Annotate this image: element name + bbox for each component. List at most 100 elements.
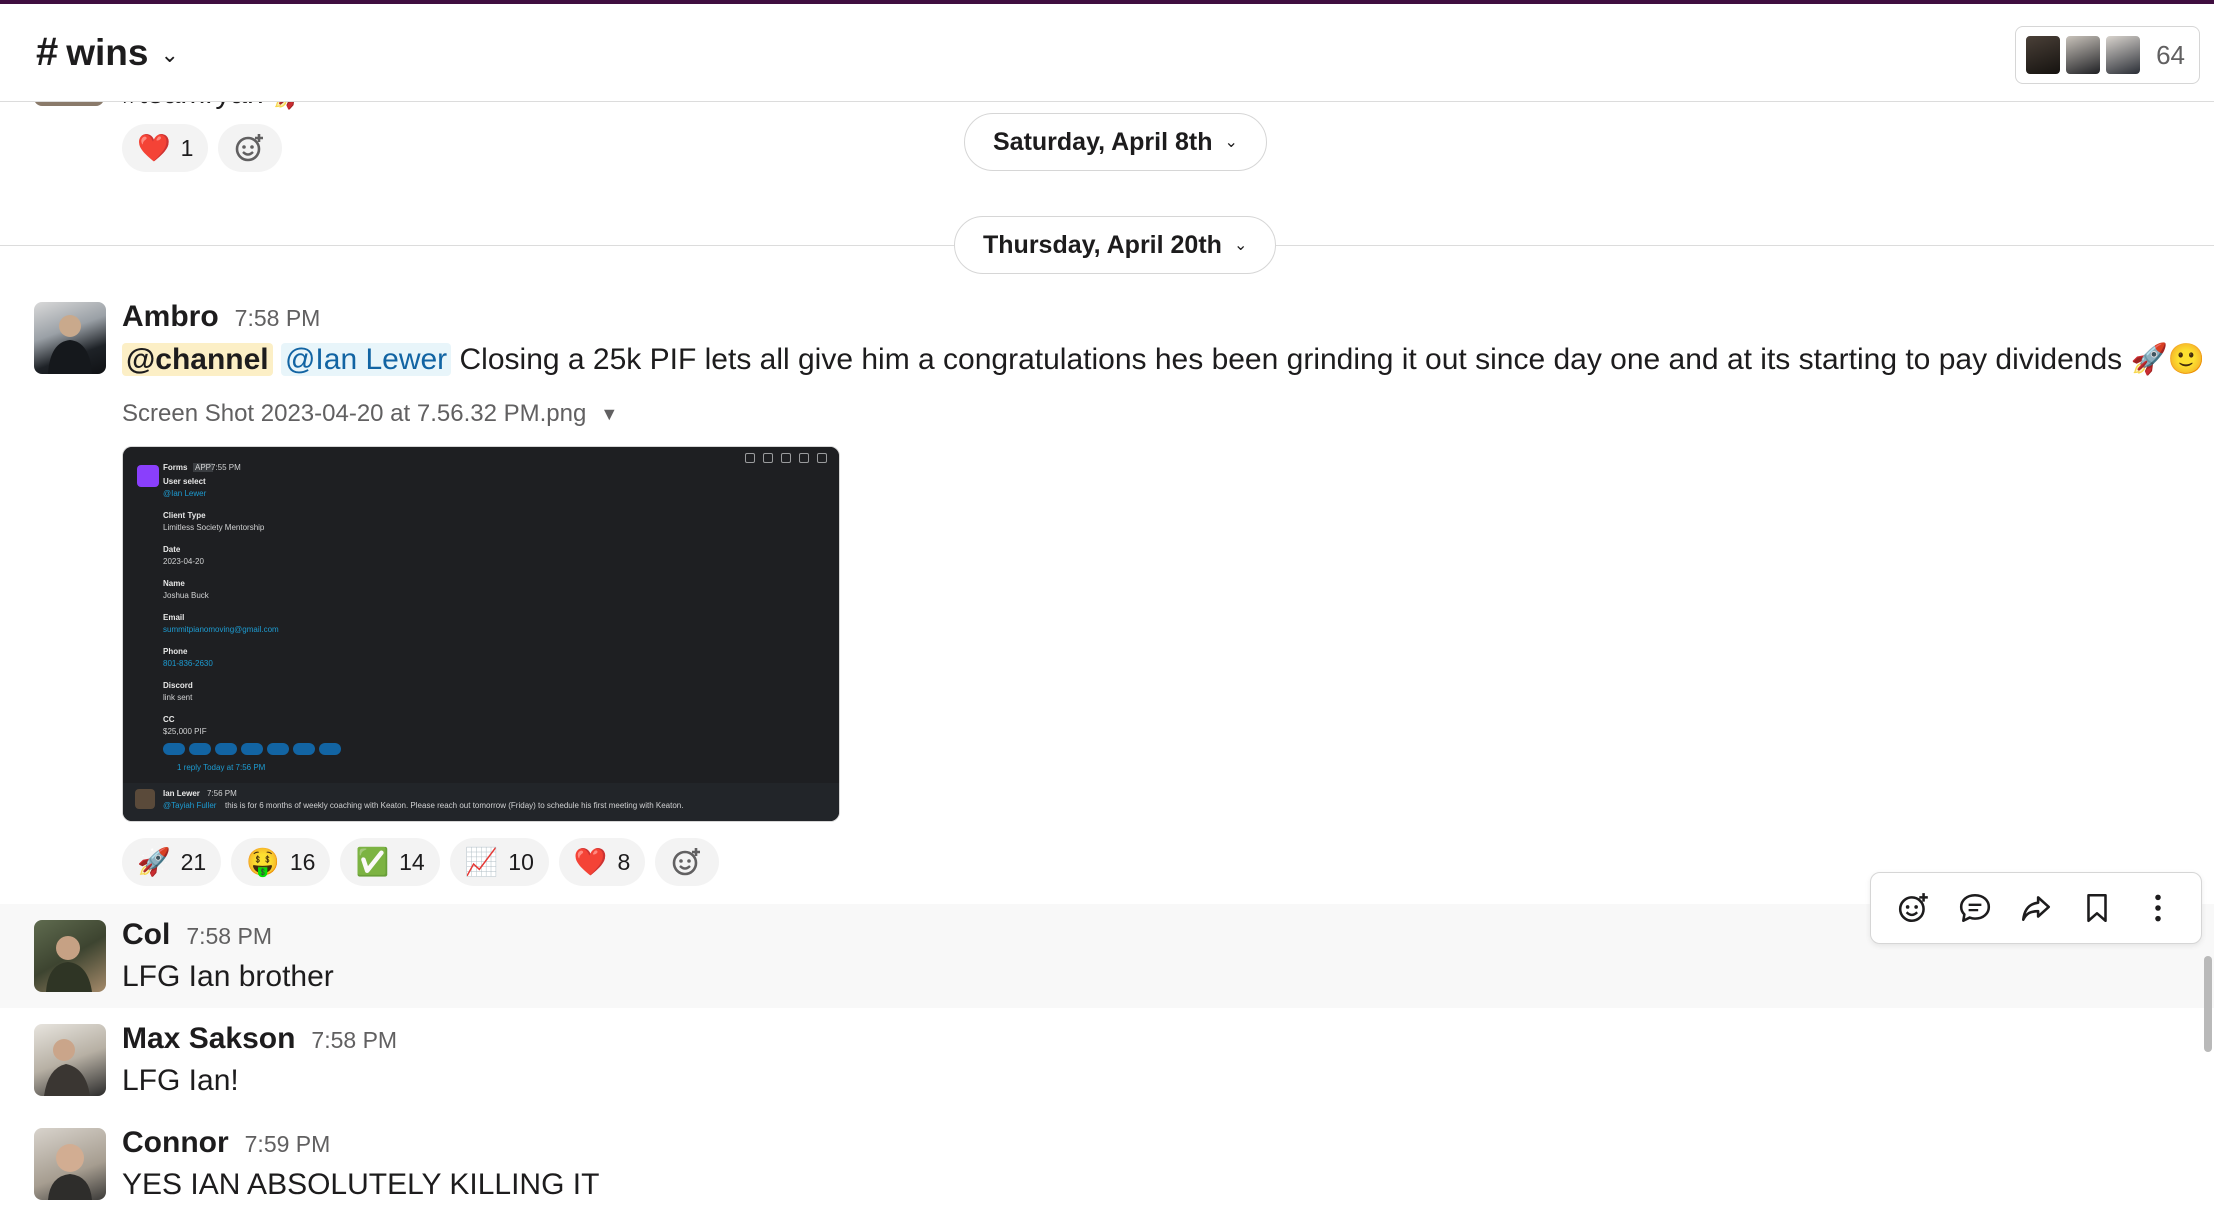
add-reaction-button[interactable] xyxy=(655,838,720,886)
preview-field-label: Date xyxy=(163,545,181,554)
preview-field-value: 801-836-2630 xyxy=(163,659,213,668)
preview-reply: Ian Lewer 7:56 PM @Tayiah Fuller this is… xyxy=(123,783,839,821)
author-name[interactable]: Ambro xyxy=(122,300,219,334)
date-divider-pill[interactable]: Saturday, April 8th ⌄ xyxy=(964,113,1267,171)
screenshot-preview: Forms APP 7:55 PM User select @Ian Lewer… xyxy=(123,447,839,821)
channel-name: wins xyxy=(66,31,149,73)
chevron-down-icon: ⌄ xyxy=(1233,237,1248,254)
avatar-photo xyxy=(48,315,92,374)
user-mention[interactable]: @Ian Lewer xyxy=(280,343,452,376)
image-attachment[interactable]: Forms APP 7:55 PM User select @Ian Lewer… xyxy=(122,446,840,822)
share-message-button[interactable] xyxy=(2010,882,2062,934)
message-timestamp[interactable]: 7:58 PM xyxy=(235,305,321,332)
reaction-count: 10 xyxy=(508,848,534,875)
preview-field-label: Name xyxy=(163,579,185,588)
date-divider-pill[interactable]: Thursday, April 20th ⌄ xyxy=(954,216,1277,274)
reaction-heart[interactable]: ❤️ 8 xyxy=(558,838,646,886)
message-reactions: 🚀 21 🤑 16 ✅ 14 📈 10 ❤️ 8 xyxy=(122,838,720,886)
reaction-money-mouth[interactable]: 🤑 16 xyxy=(231,838,331,886)
avatar[interactable] xyxy=(34,302,106,374)
preview-reply-info: 1 reply Today at 7:56 PM xyxy=(177,763,266,772)
preview-field-value: Limitless Society Mentorship xyxy=(163,523,265,532)
message-header: Connor 7:59 PM xyxy=(122,1126,330,1160)
message-header: Col 7:58 PM xyxy=(122,918,272,952)
preview-reply-avatar xyxy=(135,789,155,809)
member-avatar xyxy=(2024,34,2063,76)
reply-in-thread-button[interactable] xyxy=(1949,882,2001,934)
file-name-toggle[interactable]: Screen Shot 2023-04-20 at 7.56.32 PM.png… xyxy=(122,400,618,428)
message-header: Ambro 7:58 PM xyxy=(122,300,320,334)
channel-hash-icon: # xyxy=(36,30,59,74)
message-timestamp[interactable]: 7:58 PM xyxy=(186,923,272,950)
preview-reply-mention: @Tayiah Fuller xyxy=(163,801,217,810)
file-name: Screen Shot 2023-04-20 at 7.56.32 PM.png xyxy=(122,400,587,427)
reaction-rocket[interactable]: 🚀 21 xyxy=(122,838,222,886)
check-mark-emoji-icon: ✅ xyxy=(355,846,390,877)
add-reaction-button[interactable] xyxy=(218,124,283,172)
rocket-emoji-icon: 🚀 xyxy=(137,846,171,877)
reaction-count: 1 xyxy=(180,134,194,161)
scrollbar-thumb[interactable] xyxy=(2204,956,2212,1052)
more-actions-icon xyxy=(2155,894,2162,922)
heart-emoji-icon: ❤️ xyxy=(137,132,171,163)
message-timestamp[interactable]: 7:59 PM xyxy=(245,1131,331,1158)
reaction-heart[interactable]: ❤️ 1 xyxy=(122,124,209,172)
message-timestamp[interactable]: 7:58 PM xyxy=(311,1027,397,1054)
preview-field-label: Client Type xyxy=(163,511,206,520)
date-divider-label: Saturday, April 8th xyxy=(993,127,1213,156)
bookmark-icon xyxy=(2087,893,2107,923)
author-name[interactable]: Col xyxy=(122,918,170,952)
preview-reply-text: this is for 6 months of weekly coaching … xyxy=(225,801,684,810)
message-text: LFG Ian brother xyxy=(122,960,334,993)
preview-reaction-chips xyxy=(163,743,341,755)
heart-emoji-icon: ❤️ xyxy=(573,846,608,877)
add-reaction-button[interactable] xyxy=(1888,882,1940,934)
message-actions-toolbar xyxy=(1870,872,2202,944)
preview-field-value: summitpianomoving@gmail.com xyxy=(163,625,279,634)
reaction-count: 8 xyxy=(617,848,631,875)
message-connor[interactable]: Connor 7:59 PM YES IAN ABSOLUTELY KILLIN… xyxy=(0,1114,2214,1226)
reaction-count: 14 xyxy=(399,848,425,875)
preview-toolbar xyxy=(745,453,827,463)
channel-header: # wins ⌄ 64 xyxy=(0,4,2214,102)
message-list[interactable]: #teamryan 🚀 ❤️ 1 Saturday, April 8th ⌄ T… xyxy=(0,0,2214,1226)
previous-message-reactions: ❤️ 1 xyxy=(122,124,283,172)
preview-field-label: Phone xyxy=(163,647,188,656)
member-avatar xyxy=(2104,34,2143,76)
message-text: YES IAN ABSOLUTELY KILLING IT xyxy=(122,1168,600,1201)
preview-field-value: @Ian Lewer xyxy=(163,489,207,498)
preview-reply-time: 7:56 PM xyxy=(207,789,237,798)
avatar[interactable] xyxy=(34,920,106,992)
preview-app-time: 7:55 PM xyxy=(211,463,241,472)
message-max-sakson[interactable]: Max Sakson 7:58 PM LFG Ian! xyxy=(0,1010,2214,1114)
add-reaction-icon xyxy=(236,134,264,162)
channel-members-button[interactable]: 64 xyxy=(2015,26,2200,84)
caret-down-icon: ▼ xyxy=(600,403,619,424)
chevron-down-icon: ⌄ xyxy=(1224,134,1238,151)
avatar[interactable] xyxy=(34,1128,106,1200)
message-header: Max Sakson 7:58 PM xyxy=(122,1022,397,1056)
share-icon xyxy=(2021,896,2050,921)
avatar-photo xyxy=(44,1039,90,1096)
preview-field-value: link sent xyxy=(163,693,193,702)
chevron-down-icon: ⌄ xyxy=(160,41,179,67)
author-name[interactable]: Max Sakson xyxy=(122,1022,295,1056)
message-content: Closing a 25k PIF lets all give him a co… xyxy=(459,343,2206,376)
save-for-later-button[interactable] xyxy=(2071,882,2123,934)
preview-field-label: User select xyxy=(163,477,206,486)
preview-field-label: Email xyxy=(163,613,185,622)
reaction-chart[interactable]: 📈 10 xyxy=(449,838,549,886)
chart-up-emoji-icon: 📈 xyxy=(464,846,499,877)
channel-name-button[interactable]: # wins ⌄ xyxy=(36,30,179,75)
reaction-check[interactable]: ✅ 14 xyxy=(340,838,440,886)
add-reaction-icon xyxy=(672,848,701,876)
avatar[interactable] xyxy=(34,1024,106,1096)
reaction-count: 21 xyxy=(180,848,207,875)
channel-mention[interactable]: @channel xyxy=(122,343,273,376)
avatar-photo xyxy=(48,1144,92,1200)
author-name[interactable]: Connor xyxy=(122,1126,229,1160)
more-actions-button[interactable] xyxy=(2132,882,2184,934)
preview-app-name: Forms xyxy=(163,463,188,472)
message-text: LFG Ian! xyxy=(122,1064,239,1097)
preview-field-value: 2023-04-20 xyxy=(163,557,204,566)
